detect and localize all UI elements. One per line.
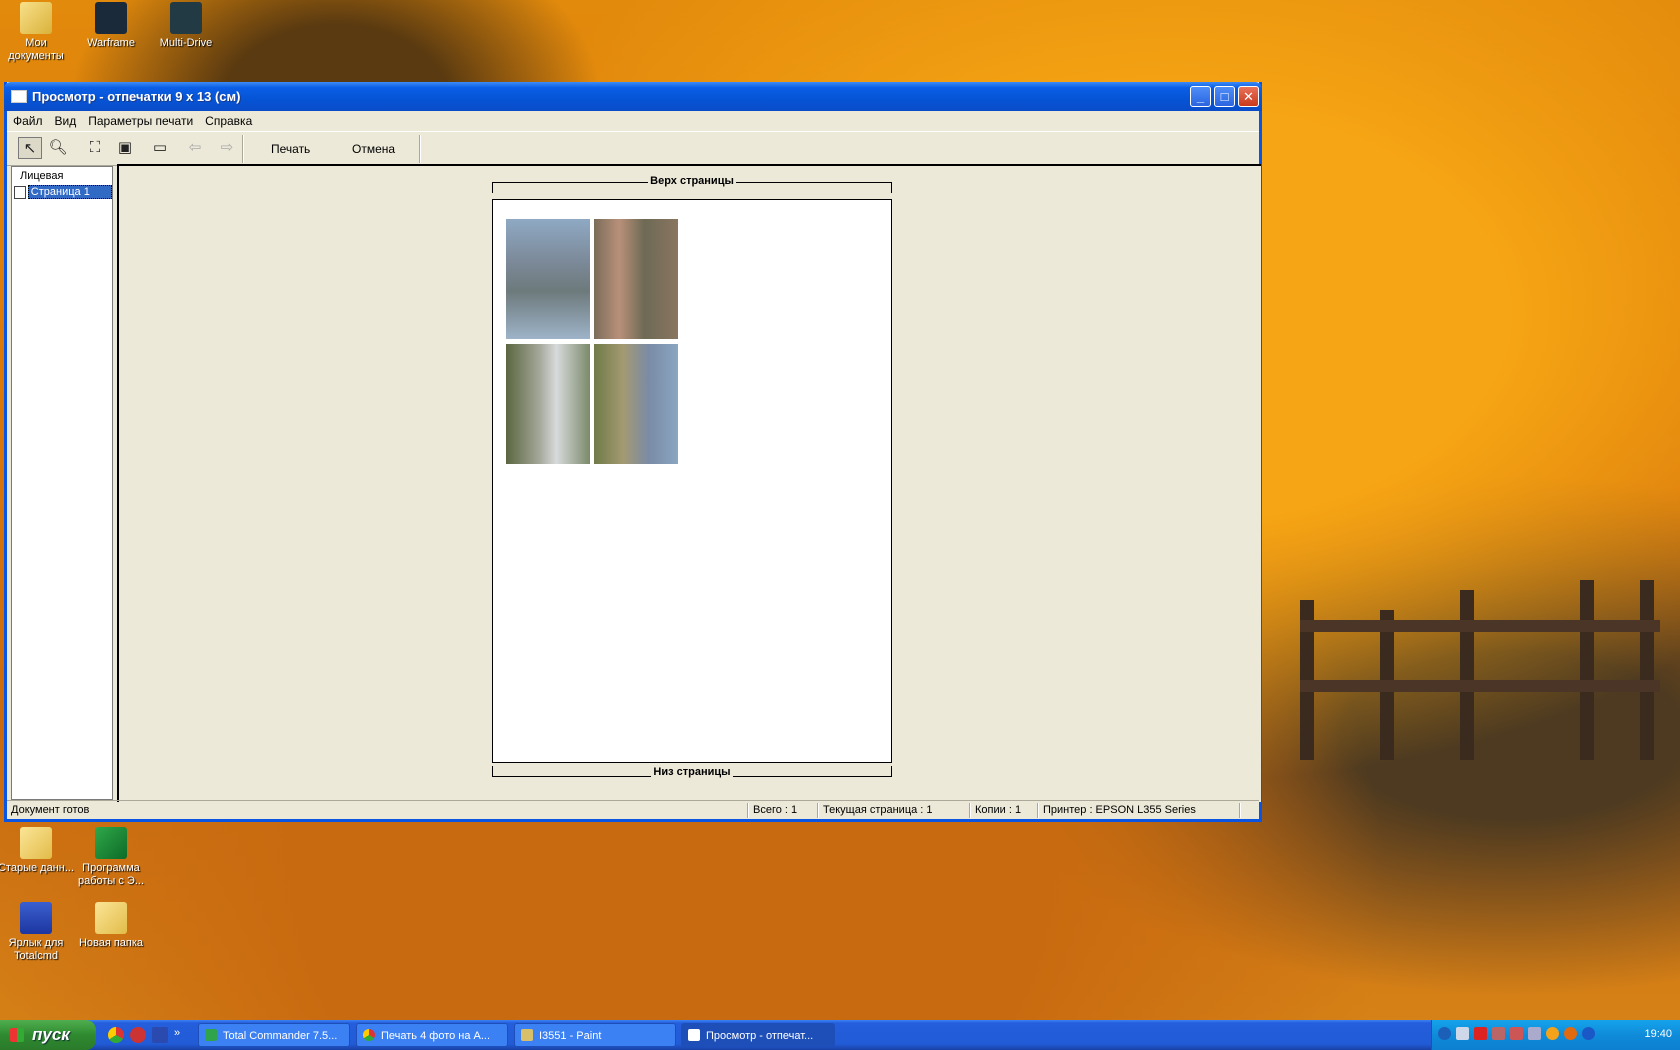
tray-device-icon[interactable] — [1492, 1027, 1505, 1040]
window-title: Просмотр - отпечатки 9 x 13 (см) — [32, 89, 241, 104]
status-copies: Копии : 1 — [975, 804, 1022, 816]
cancel-button[interactable]: Отмена — [352, 142, 395, 156]
clock[interactable]: 19:40 — [1644, 1028, 1672, 1040]
status-ready: Документ готов — [11, 804, 90, 816]
nox-icon — [170, 2, 202, 34]
status-printer: Принтер : EPSON L355 Series — [1043, 804, 1196, 816]
taskbar-item-print-preview[interactable]: Просмотр - отпечат... — [681, 1023, 835, 1047]
window-app-icon — [11, 90, 27, 103]
minimize-button[interactable]: _ — [1190, 86, 1211, 107]
zoom-page-icon[interactable]: ▣ — [113, 137, 137, 159]
tray-ati-icon[interactable] — [1474, 1027, 1487, 1040]
windows-logo-icon — [10, 1028, 24, 1042]
folder-icon — [20, 827, 52, 859]
tray-app-icon[interactable] — [1528, 1027, 1541, 1040]
close-button[interactable]: ✕ — [1238, 86, 1259, 107]
page-frame-icon[interactable]: ▭ — [148, 137, 172, 159]
fit-page-icon[interactable]: ⛶ — [83, 137, 107, 159]
plus-icon[interactable] — [130, 1027, 146, 1043]
arrow-right-icon[interactable]: ⇨ — [215, 137, 239, 159]
tray-arrow-icon[interactable] — [1438, 1027, 1451, 1040]
status-bar: Документ готов Всего : 1 Текущая страниц… — [7, 800, 1259, 820]
chrome-icon[interactable] — [108, 1027, 124, 1043]
toolbar-separator — [419, 135, 421, 163]
menu-file[interactable]: Файл — [7, 111, 49, 128]
page-list-item[interactable]: Страница 1 — [14, 185, 112, 199]
folder-icon — [95, 902, 127, 934]
zoom-icon[interactable]: 🔍︎ — [46, 137, 70, 159]
bluetooth-icon[interactable] — [1582, 1027, 1595, 1040]
toolbar-separator — [242, 135, 244, 163]
photo-thumbnail[interactable] — [594, 219, 678, 339]
start-button[interactable]: пуск — [0, 1020, 96, 1050]
page-icon — [14, 185, 26, 199]
floppy-icon — [20, 902, 52, 934]
print-preview-area[interactable]: Верх страницы Низ страницы — [117, 164, 1261, 802]
print-preview-window: Просмотр - отпечатки 9 x 13 (см) _ □ ✕ Ф… — [4, 82, 1262, 822]
arrow-left-icon[interactable]: ⇦ — [183, 137, 207, 159]
desktop-icon-my-documents[interactable]: Мои документы — [0, 2, 75, 63]
taskbar: пуск » Total Commander 7.5... Печать 4 ф… — [0, 1020, 1680, 1050]
maximize-button[interactable]: □ — [1214, 86, 1235, 107]
tray-network-icon[interactable] — [1456, 1027, 1469, 1040]
window-icon — [688, 1029, 700, 1041]
desktop-icon-warframe[interactable]: Warframe — [72, 2, 150, 50]
photo-thumbnail[interactable] — [506, 219, 590, 339]
desktop-icon-new-folder[interactable]: Новая папка — [72, 902, 150, 950]
program-icon — [95, 827, 127, 859]
tray-security-icon[interactable] — [1510, 1027, 1523, 1040]
floppy-icon[interactable] — [152, 1027, 168, 1043]
page-top-marker: Верх страницы — [492, 175, 892, 193]
status-total: Всего : 1 — [753, 804, 798, 816]
tray-av-icon[interactable] — [1564, 1027, 1577, 1040]
page-bottom-marker: Низ страницы — [492, 766, 892, 778]
wallpaper-fence — [1290, 580, 1670, 780]
menu-help[interactable]: Справка — [199, 111, 258, 128]
pages-panel-header: Лицевая — [20, 170, 64, 182]
photo-thumbnail[interactable] — [594, 344, 678, 464]
menu-print-settings[interactable]: Параметры печати — [82, 111, 199, 128]
total-commander-icon — [205, 1029, 217, 1041]
status-current-page: Текущая страница : 1 — [823, 804, 933, 816]
tray-updates-icon[interactable] — [1546, 1027, 1559, 1040]
title-bar[interactable]: Просмотр - отпечатки 9 x 13 (см) _ □ ✕ — [4, 82, 1262, 111]
desktop-icon-multi-drive[interactable]: Multi-Drive — [147, 2, 225, 50]
photo-thumbnail[interactable] — [506, 344, 590, 464]
desktop-icon-old-data[interactable]: Старые данн... — [0, 827, 75, 875]
taskbar-item-paint[interactable]: I3551 - Paint — [514, 1023, 676, 1047]
warframe-icon — [95, 2, 127, 34]
system-tray: 19:40 — [1431, 1020, 1680, 1050]
desktop-icon-program[interactable]: Программа работы с Э... — [72, 827, 150, 888]
print-button[interactable]: Печать — [271, 142, 310, 156]
chevron-more-icon[interactable]: » — [174, 1027, 190, 1043]
preview-page — [492, 199, 892, 763]
chrome-icon — [363, 1029, 375, 1041]
menu-bar: Файл Вид Параметры печати Справка — [7, 111, 1259, 130]
menu-view[interactable]: Вид — [49, 111, 83, 128]
select-pointer-icon[interactable]: ↖ — [18, 137, 42, 159]
taskbar-item-chrome[interactable]: Печать 4 фото на А... — [356, 1023, 508, 1047]
pages-panel: Лицевая Страница 1 — [11, 166, 113, 800]
folder-envelope-icon — [20, 2, 52, 34]
paint-icon — [521, 1029, 533, 1041]
toolbar: ↖ 🔍︎ ⛶ ▣ ▭ ⇦ ⇨ Печать Отмена — [7, 131, 1259, 166]
taskbar-item-total-commander[interactable]: Total Commander 7.5... — [198, 1023, 350, 1047]
desktop-icon-totalcmd[interactable]: Ярлык для Totalcmd — [0, 902, 75, 963]
